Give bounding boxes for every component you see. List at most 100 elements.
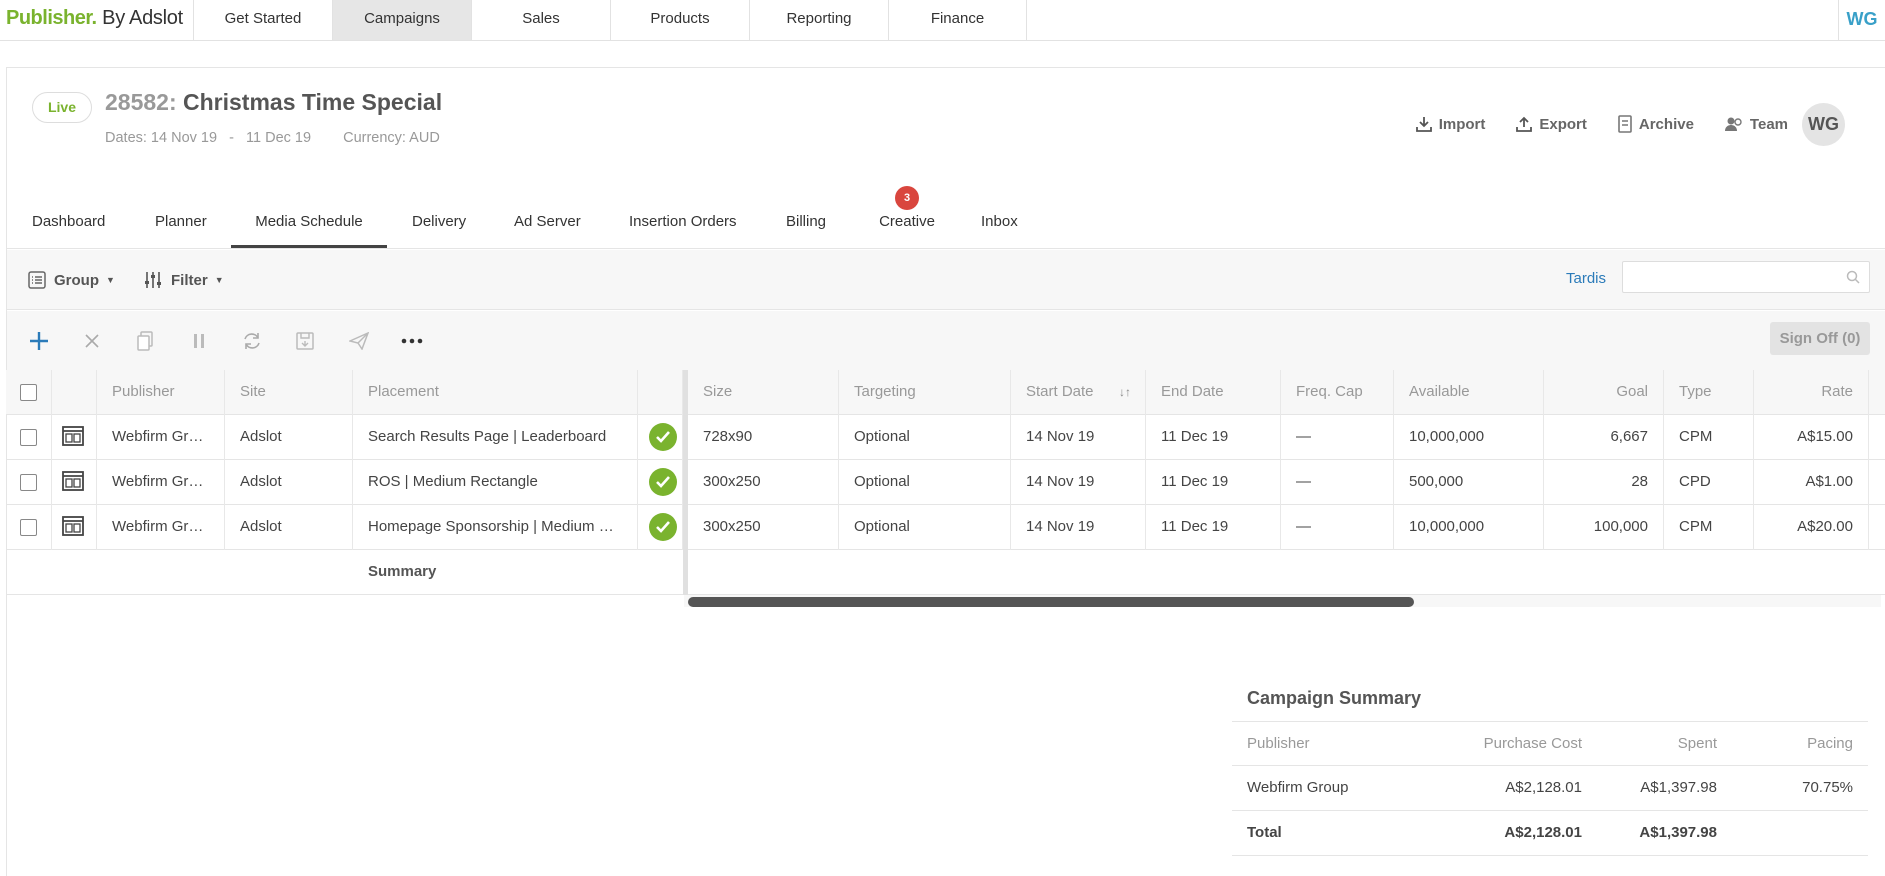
placement-icon[interactable] xyxy=(62,426,84,446)
col-placement[interactable]: Placement xyxy=(353,370,638,415)
add-icon[interactable] xyxy=(27,329,51,353)
list-icon xyxy=(28,271,46,289)
cell-targeting: Optional xyxy=(839,505,1011,550)
cell-placement: Search Results Page | Leaderboard xyxy=(353,415,638,460)
cell-publisher: Webfirm Group xyxy=(97,505,225,550)
cell-start-date: 14 Nov 19 xyxy=(1011,505,1146,550)
nav-campaigns[interactable]: Campaigns xyxy=(332,0,471,40)
col-end-date[interactable]: End Date xyxy=(1146,370,1281,415)
copy-icon[interactable] xyxy=(133,329,157,353)
cell-freq-cap: — xyxy=(1281,505,1394,550)
row-checkbox[interactable] xyxy=(20,474,37,491)
tab-planner[interactable]: Planner xyxy=(155,180,207,248)
table-row[interactable]: Webfirm Group Adslot Homepage Sponsorshi… xyxy=(6,505,1885,550)
nav-finance[interactable]: Finance xyxy=(888,0,1027,40)
export-label: Export xyxy=(1539,115,1587,133)
top-navigation: Publisher. By Adslot Get Started Campaig… xyxy=(0,0,1885,41)
close-icon[interactable] xyxy=(80,329,104,353)
table-row[interactable]: Webfirm Group Adslot ROS | Medium Rectan… xyxy=(6,460,1885,505)
tab-dashboard[interactable]: Dashboard xyxy=(32,180,105,248)
cell-goal: 100,000 xyxy=(1544,505,1664,550)
row-icon-cell xyxy=(52,505,97,550)
scrollbar-thumb[interactable] xyxy=(688,597,1414,607)
chevron-down-icon: ▼ xyxy=(214,275,224,285)
import-button[interactable]: Import xyxy=(1415,115,1486,133)
row-icon-cell xyxy=(52,415,97,460)
check-circle-icon xyxy=(649,423,677,451)
sliders-icon xyxy=(145,272,161,288)
tardis-link[interactable]: Tardis xyxy=(1566,270,1606,287)
team-icon xyxy=(1724,117,1742,131)
send-icon[interactable] xyxy=(347,329,371,353)
refresh-icon[interactable] xyxy=(240,329,264,353)
save-icon[interactable] xyxy=(293,329,317,353)
cell-freq-cap: — xyxy=(1281,460,1394,505)
import-label: Import xyxy=(1438,115,1486,133)
nav-sales[interactable]: Sales xyxy=(471,0,610,40)
cell-targeting: Optional xyxy=(839,460,1011,505)
check-circle-icon xyxy=(649,468,677,496)
search-input[interactable] xyxy=(1623,262,1833,292)
group-button[interactable]: Group ▼ xyxy=(28,250,115,310)
filter-label: Filter xyxy=(171,271,208,289)
cell-placement: Homepage Sponsorship | Medium Rectangle xyxy=(353,505,638,550)
row-select-cell xyxy=(6,505,52,550)
tab-media-schedule[interactable]: Media Schedule xyxy=(231,180,387,248)
horizontal-scrollbar[interactable] xyxy=(684,595,1881,607)
summary-row: Summary xyxy=(6,550,1885,595)
app-logo[interactable]: Publisher. By Adslot xyxy=(6,7,183,30)
campaign-summary-row: Webfirm Group A$2,128.01 A$1,397.98 70.7… xyxy=(1232,766,1868,811)
more-options-icon[interactable] xyxy=(400,329,424,353)
team-button[interactable]: Team xyxy=(1724,115,1788,133)
nav-reporting[interactable]: Reporting xyxy=(749,0,888,40)
tab-insertion-orders[interactable]: Insertion Orders xyxy=(629,180,737,248)
col-status xyxy=(638,370,683,415)
search-field[interactable] xyxy=(1622,261,1870,293)
col-start-date[interactable]: Start Date ↓↑ xyxy=(1011,370,1146,415)
import-icon xyxy=(1415,117,1432,132)
cell-rate: A$1.00 xyxy=(1754,460,1869,505)
filter-button[interactable]: Filter ▼ xyxy=(143,250,224,310)
row-checkbox[interactable] xyxy=(20,429,37,446)
campaign-currency: Currency: AUD xyxy=(343,130,440,146)
cell-type: CPM xyxy=(1664,505,1754,550)
placement-icon[interactable] xyxy=(62,471,84,491)
summary-total-label: Total xyxy=(1247,824,1282,841)
cell-placement: ROS | Medium Rectangle xyxy=(353,460,638,505)
tab-delivery[interactable]: Delivery xyxy=(412,180,466,248)
creative-count-badge: 3 xyxy=(895,186,919,210)
cell-available: 10,000,000 xyxy=(1394,415,1544,460)
cell-end-date: 11 Dec 19 xyxy=(1146,460,1281,505)
table-row[interactable]: Webfirm Group Adslot Search Results Page… xyxy=(6,415,1885,460)
nav-get-started[interactable]: Get Started xyxy=(193,0,332,40)
placement-icon[interactable] xyxy=(62,516,84,536)
col-rate[interactable]: Rate xyxy=(1754,370,1869,415)
frozen-column-divider[interactable] xyxy=(683,370,688,595)
col-type[interactable]: Type xyxy=(1664,370,1754,415)
tab-creative[interactable]: 3 Creative xyxy=(876,180,938,248)
tab-inbox[interactable]: Inbox xyxy=(981,180,1018,248)
col-size[interactable]: Size xyxy=(688,370,839,415)
col-publisher[interactable]: Publisher xyxy=(97,370,225,415)
nav-products[interactable]: Products xyxy=(610,0,749,40)
col-site[interactable]: Site xyxy=(225,370,353,415)
col-available[interactable]: Available xyxy=(1394,370,1544,415)
tab-ad-server[interactable]: Ad Server xyxy=(514,180,581,248)
select-all-checkbox[interactable] xyxy=(20,384,37,401)
campaign-summary-header: Publisher Purchase Cost Spent Pacing xyxy=(1232,721,1868,766)
col-freq-cap[interactable]: Freq. Cap xyxy=(1281,370,1394,415)
cell-site: Adslot xyxy=(225,460,353,505)
row-checkbox[interactable] xyxy=(20,519,37,536)
sign-off-button[interactable]: Sign Off (0) xyxy=(1770,322,1870,355)
col-goal[interactable]: Goal xyxy=(1544,370,1664,415)
col-targeting[interactable]: Targeting xyxy=(839,370,1011,415)
tab-billing[interactable]: Billing xyxy=(786,180,826,248)
archive-button[interactable]: Archive xyxy=(1617,115,1694,133)
user-menu[interactable]: WG xyxy=(1838,0,1885,40)
cell-type: CPD xyxy=(1664,460,1754,505)
export-button[interactable]: Export xyxy=(1515,115,1587,133)
summary-spacer xyxy=(6,550,52,595)
avatar[interactable]: WG xyxy=(1802,102,1845,146)
cell-end-date: 11 Dec 19 xyxy=(1146,415,1281,460)
pause-icon[interactable] xyxy=(187,329,211,353)
